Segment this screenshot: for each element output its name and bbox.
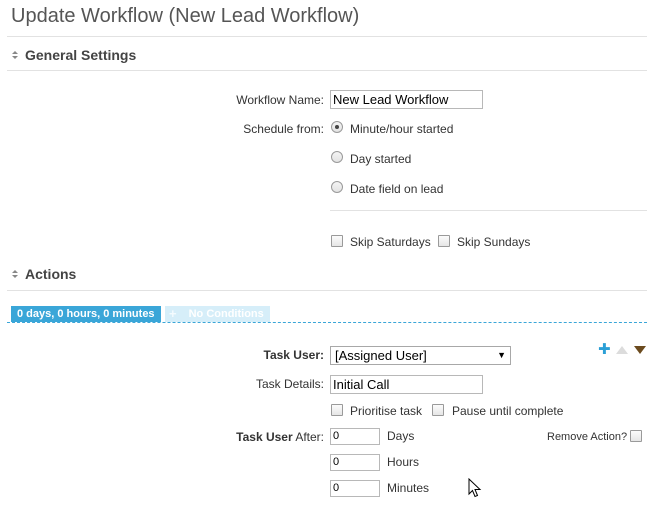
hours-unit-label: Hours [387,455,420,469]
days-unit-label: Days [387,429,415,443]
general-settings-divider [7,70,647,71]
task-user-after-rest: After: [292,430,324,444]
skip-sundays-label: Skip Sundays [457,235,531,249]
page-title: Update Workflow (New Lead Workflow) [11,5,360,27]
schedule-date-field-label: Date field on lead [350,182,444,196]
tab-no-conditions[interactable]: + No Conditions [165,306,270,322]
remove-action-checkbox[interactable] [630,430,642,442]
schedule-date-field-radio[interactable] [331,181,343,193]
prioritise-task-checkbox[interactable] [331,404,343,416]
schedule-day-started-label: Day started [350,152,412,166]
add-action-icon[interactable]: ✚ [598,342,611,357]
schedule-minute-hour-radio[interactable] [331,121,343,133]
hours-input[interactable]: 0 [330,454,380,471]
task-user-select[interactable]: [Assigned User] ▼ [330,346,511,365]
workflow-name-input[interactable]: New Lead Workflow [330,90,483,109]
pause-until-complete-label: Pause until complete [452,404,564,418]
minutes-unit-label: Minutes [387,481,430,495]
task-details-input[interactable]: Initial Call [330,375,483,394]
collapse-toggle-icon [11,269,20,279]
tab-no-conditions-label: No Conditions [188,308,264,320]
workflow-name-label: Workflow Name: [236,93,324,107]
task-user-after-bold: Task User [236,430,293,444]
plus-icon: + [169,306,177,321]
schedule-divider [330,210,647,211]
title-divider [7,36,647,37]
actions-header[interactable]: Actions [11,266,76,282]
skip-saturdays-checkbox[interactable] [331,235,343,247]
prioritise-task-label: Prioritise task [350,404,423,418]
general-settings-title: General Settings [25,47,137,63]
schedule-day-started-radio[interactable] [331,151,343,163]
mouse-cursor-icon [468,478,482,498]
days-input[interactable]: 0 [330,428,380,445]
actions-divider [7,290,647,291]
remove-action-label: Remove Action? [547,431,628,443]
task-user-label: Task User: [263,348,324,362]
tab-timing[interactable]: 0 days, 0 hours, 0 minutes [11,306,161,322]
tab-underline [7,322,647,323]
schedule-minute-hour-label: Minute/hour started [350,122,454,136]
pause-until-complete-checkbox[interactable] [432,404,444,416]
task-user-selected: [Assigned User] [335,348,427,363]
collapse-toggle-icon [11,50,20,60]
skip-sundays-checkbox[interactable] [438,235,450,247]
move-down-icon[interactable] [634,346,646,354]
general-settings-header[interactable]: General Settings [11,47,136,63]
dropdown-arrow-icon: ▼ [497,350,506,360]
move-up-icon[interactable] [616,346,628,354]
schedule-from-label: Schedule from: [243,122,324,136]
task-user-after-label: Task User After: [200,430,324,444]
skip-saturdays-label: Skip Saturdays [350,235,431,249]
minutes-input[interactable]: 0 [330,480,380,497]
task-details-label: Task Details: [255,377,324,391]
actions-title: Actions [25,266,77,282]
